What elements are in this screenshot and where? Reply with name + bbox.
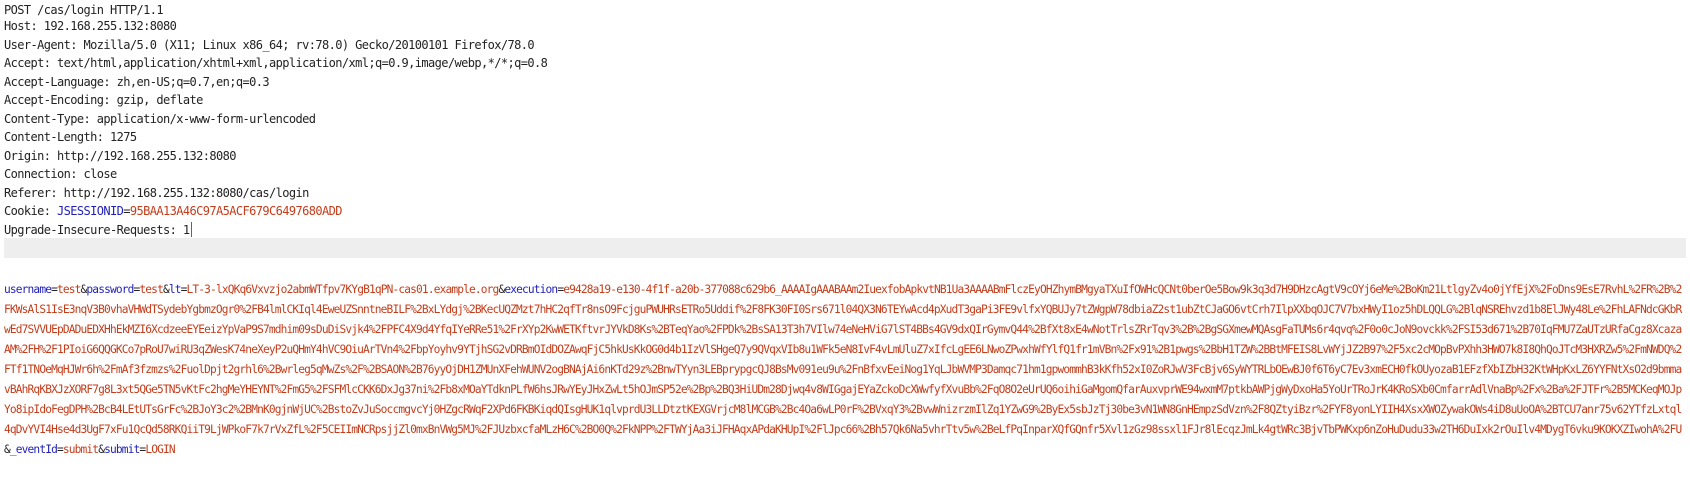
upgrade-header-text: Upgrade-Insecure-Requests: 1 [4, 223, 190, 237]
param-name-submit: submit [104, 443, 140, 456]
header-user-agent: User-Agent: Mozilla/5.0 (X11; Linux x86_… [4, 38, 535, 52]
param-value-lt: LT-3-lxQKq6Vxvzjo2abmWTfpv7KYgB1qPN-cas0… [186, 283, 500, 296]
text-caret [190, 222, 192, 237]
header-accept-encoding: Accept-Encoding: gzip, deflate [4, 93, 203, 107]
header-origin: Origin: http://192.168.255.132:8080 [4, 149, 236, 163]
header-upgrade-insecure-requests: Upgrade-Insecure-Requests: 1 [4, 220, 192, 240]
param-name-execution: execution [504, 283, 558, 296]
header-cookie: Cookie: JSESSIONID=95BAA13A46C97A5ACF679… [4, 201, 342, 221]
header-content-length: Content-Length: 1275 [4, 130, 137, 144]
cookie-value: 95BAA13A46C97A5ACF679C6497680ADD [129, 204, 343, 218]
param-name-eventid: _eventId [9, 443, 58, 456]
param-value-execution: e9428a19-e130-4f1f-a20b-377088c629b6_AAA… [4, 283, 1682, 436]
cookie-name: JSESSIONID [57, 204, 124, 218]
header-host: Host: 192.168.255.132:8080 [4, 19, 177, 33]
param-name-username: username [4, 283, 52, 296]
header-content-type: Content-Type: application/x-www-form-url… [4, 112, 316, 126]
header-referer: Referer: http://192.168.255.132:8080/cas… [4, 186, 309, 200]
http-request-editor[interactable]: POST /cas/login HTTP/1.1 Host: 192.168.2… [4, 0, 1686, 482]
param-value-eventid: submit [62, 443, 99, 456]
param-value-submit: LOGIN [145, 443, 175, 456]
cookie-equals: = [123, 204, 130, 218]
current-line-highlight [4, 238, 1686, 258]
header-connection: Connection: close [4, 167, 117, 181]
param-value-password: test [139, 283, 163, 296]
header-accept: Accept: text/html,application/xhtml+xml,… [4, 56, 548, 70]
cookie-label: Cookie: [4, 204, 57, 218]
param-value-username: test [56, 283, 81, 296]
param-name-lt: lt [168, 283, 182, 296]
request-body: username=test&password=test&lt=LT-3-lxQK… [4, 280, 1686, 460]
param-name-password: password [86, 283, 134, 296]
header-accept-language: Accept-Language: zh,en-US;q=0.7,en;q=0.3 [4, 75, 270, 89]
